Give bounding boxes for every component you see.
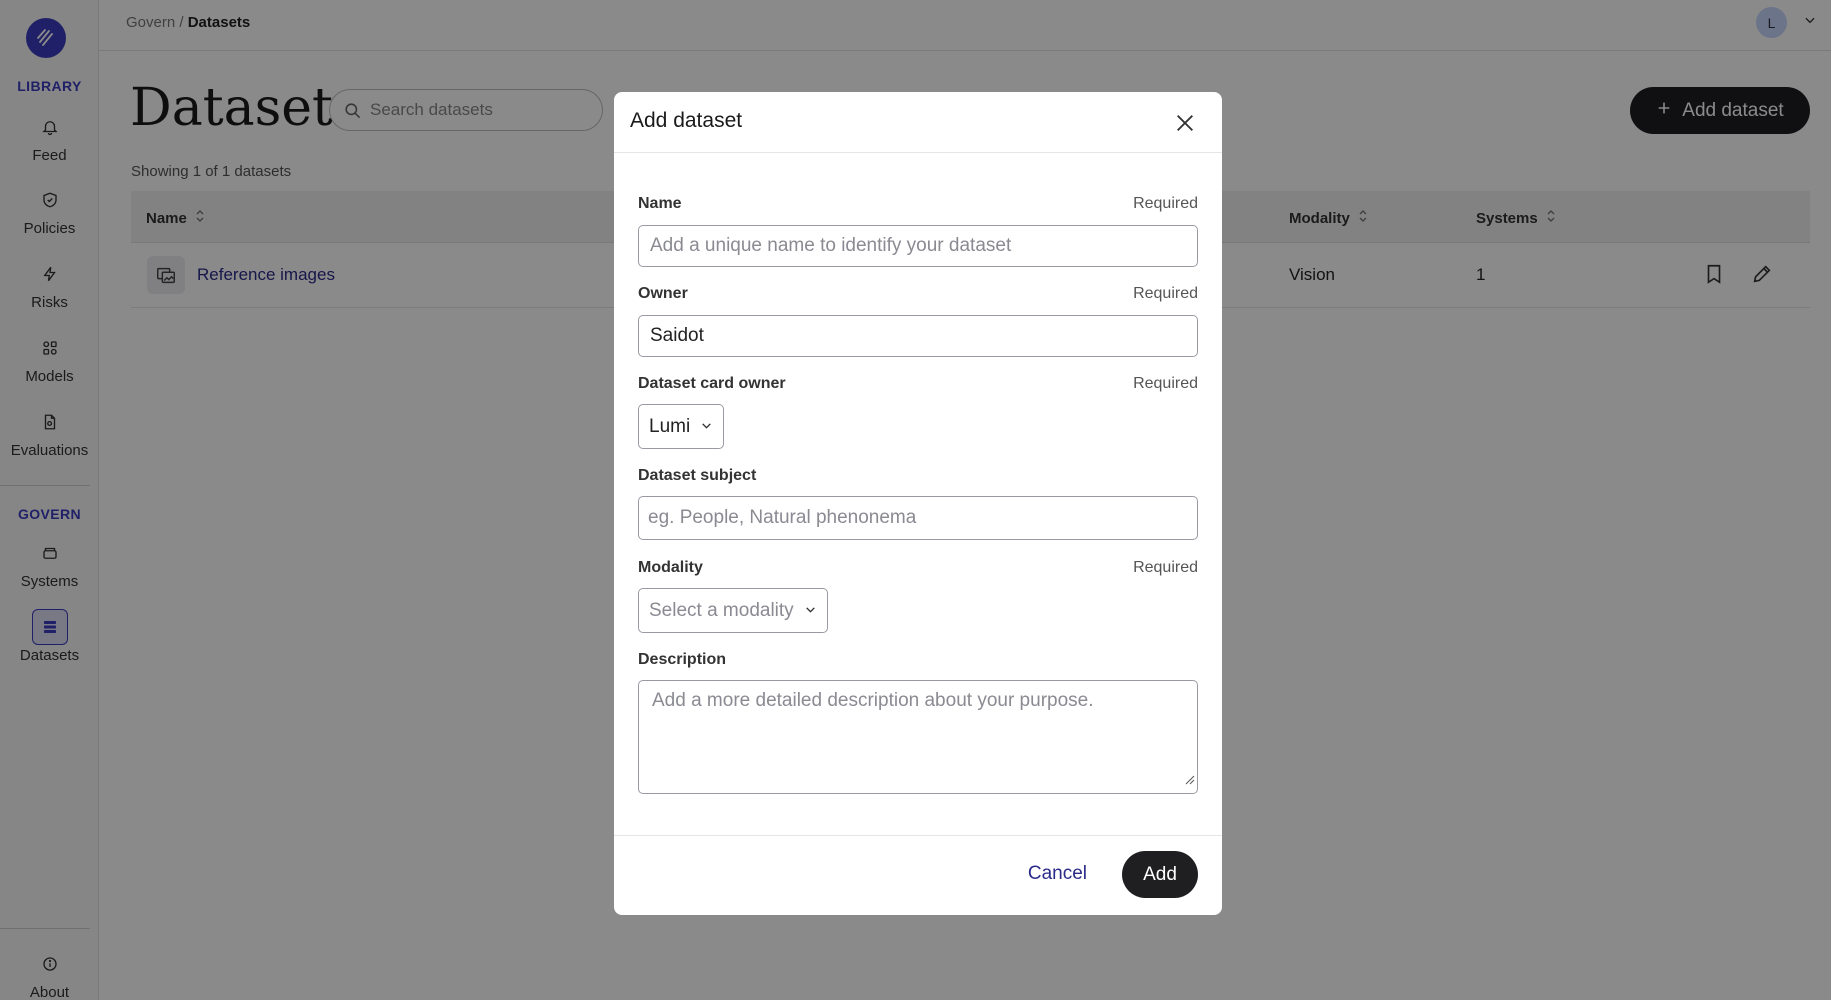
- owner-field-label: Owner: [638, 285, 688, 302]
- add-button[interactable]: Add: [1122, 851, 1198, 898]
- chevron-down-icon: [804, 600, 817, 622]
- cancel-button[interactable]: Cancel: [1028, 863, 1087, 885]
- subject-field-label: Dataset subject: [638, 467, 757, 484]
- modal-title: Add dataset: [630, 109, 743, 132]
- modality-field-label: Modality: [638, 559, 703, 576]
- name-field-label: Name: [638, 195, 682, 212]
- required-indicator: Required: [1133, 375, 1198, 392]
- add-dataset-modal: Add dataset Name Required Add a unique n…: [614, 92, 1222, 915]
- close-icon[interactable]: [1174, 112, 1196, 139]
- card-owner-select[interactable]: Lumi: [638, 404, 725, 449]
- description-field-label: Description: [638, 651, 727, 668]
- name-field[interactable]: Add a unique name to identify your datas…: [638, 225, 1198, 267]
- owner-field[interactable]: Saidot: [638, 315, 1198, 357]
- modality-select[interactable]: Select a modality: [638, 588, 828, 633]
- modal-footer: Cancel Add: [614, 835, 1222, 915]
- resize-handle-icon[interactable]: [1183, 769, 1195, 791]
- modal-header: Add dataset: [614, 92, 1222, 153]
- card-owner-field-label: Dataset card owner: [638, 375, 786, 392]
- required-indicator: Required: [1133, 195, 1198, 212]
- description-field[interactable]: Add a more detailed description about yo…: [638, 680, 1198, 794]
- required-indicator: Required: [1133, 559, 1198, 576]
- required-indicator: Required: [1133, 285, 1198, 302]
- subject-field[interactable]: eg. People, Natural phenonema: [638, 496, 1198, 540]
- chevron-down-icon: [700, 416, 713, 438]
